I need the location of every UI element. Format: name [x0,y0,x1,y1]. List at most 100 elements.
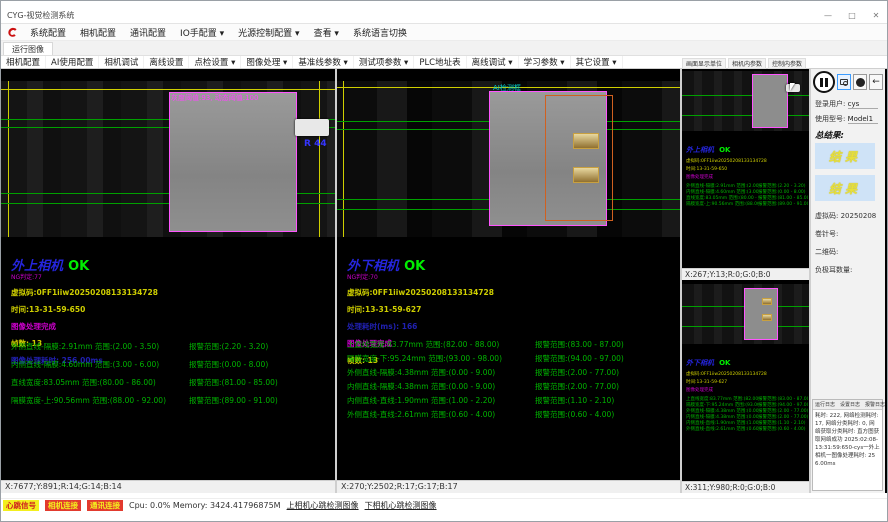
tab-count-label: 负极耳数量: [815,266,852,274]
guide-line-vertical [8,81,9,237]
upper-camera-heartbeat-link[interactable]: 上相机心跳检测图像 [287,500,359,511]
pixel-coordinate-bar: X:311;Y:980;R:0;G:0;B:0 [682,481,809,493]
electrode-tab [762,298,772,305]
guide-line-vertical [319,81,320,237]
tool-offline-debug[interactable]: 离线调试 ▾ [467,56,519,68]
alarm-range: 报警范围:(2.00 - 77.00) [535,367,619,378]
tab-camera-internal-params[interactable]: 相机内参数 [728,58,766,69]
virtual-code: 虚拟码:0FF1iiw20250208133134728 [686,371,808,377]
tool-camera-config[interactable]: 相机配置 [1,56,46,68]
alarm-range: 报警范围:(83.00 - 87.00) [535,339,624,350]
timestamp: 时间:13-31-59-650 [11,304,328,315]
tool-other-settings[interactable]: 其它设置 ▾ [571,56,623,68]
cpu-memory-status: Cpu: 0.0% Memory: 3424.41796875M [129,501,281,510]
process-done: 图像处理完成 [11,321,328,332]
lower-camera-heartbeat-link[interactable]: 下相机心跳检测图像 [365,500,437,511]
mini-camera-view-lower[interactable]: 外下相机 OK 虚拟码:0FF1iiw20250208133134728 时间:… [682,282,809,493]
menu-light-control-config[interactable]: 光源控制配置 ▾ [231,26,306,39]
measure-value: 内侧直线-隔膜:4.60mm 范围:(3.00 - 6.00) [11,359,159,370]
measure-value: 外侧直线-直线:2.61mm 范围:(0.60 - 4.00) [686,426,758,432]
electrode-tab [762,314,772,321]
ok-status: OK [719,146,730,154]
pixel-coordinate-bar: X:270;Y:2502;R:17;G:17;B:17 [337,480,680,493]
model-field: 使用型号: Model1 [815,114,878,124]
qr-code-label: 二维码: [815,248,838,256]
tool-offline-settings[interactable]: 离线设置 [144,56,189,68]
menu-view[interactable]: 查看 ▾ [307,26,346,39]
tool-image-processing[interactable]: 图像处理 ▾ [241,56,293,68]
back-button[interactable]: ← [869,74,883,90]
record-icon [856,78,865,87]
camera-view-lower[interactable]: AI检测框 外下相机 OK NG判定:70 虚拟码:0FF1iiw2025020… [337,69,682,493]
login-user-value[interactable]: cys [848,100,878,109]
log-tabs: 运行日志 设置日志 报警日志 [813,400,882,410]
battery-cell-region [169,92,297,232]
measure-line [682,115,809,116]
title-bar: CYG-视觉检测系统 — □ ✕ [1,1,887,24]
close-button[interactable]: ✕ [869,11,883,20]
measure-value: 隔膜宽度-上:90.56mm 范围:(88.00 - 92.00) [11,395,166,406]
mini-camera-view-upper[interactable]: 外上相机 OK 虚拟码:0FF1iiw20250208133134728 时间:… [682,69,809,280]
alarm-range: 报警范围:(0.60 - 4.00) [758,426,808,432]
result-box-lower: 结果 [815,175,875,201]
alarm-range: 报警范围:(2.20 - 3.20) [189,341,268,352]
tool-camera-debug[interactable]: 相机调试 [99,56,144,68]
record-button[interactable] [853,74,867,90]
ok-status: OK [68,259,89,274]
pixel-coordinate-bar: X:267;Y:13;R:0;G:0;B:0 [682,268,809,280]
pixel-coordinate-bar: X:7677;Y:891;R:14;G:14;B:14 [1,480,335,493]
maximize-button[interactable]: □ [845,11,859,20]
measure-line [682,95,809,96]
pin-number-label: 卷针号: [815,230,838,238]
model-value[interactable]: Model1 [848,115,878,124]
process-done: 图像处理完成 [686,387,808,393]
tab-display-unit[interactable]: 画面显示单位 [682,58,726,69]
menu-system-config[interactable]: 系统配置 [23,26,73,39]
electrode-tab [573,167,599,183]
measure-value: 内侧直线-隔膜:4.38mm 范围:(0.00 - 9.00) [347,381,495,392]
tool-baseline-params[interactable]: 基准线参数 ▾ [293,56,353,68]
tool-spotcheck-settings[interactable]: 点检设置 ▾ [189,56,241,68]
menu-camera-config[interactable]: 相机配置 [73,26,123,39]
timestamp: 时间:13-31-59-627 [686,379,808,385]
alarm-range: 报警范围:(0.60 - 4.00) [535,409,614,420]
control-sidebar: ← 登录用户: cys 使用型号: Model1 总结果: 结果 结果 虚拟码:… [811,69,885,493]
status-bar: 心跳信号 相机连接 通讯连接 Cpu: 0.0% Memory: 3424.41… [1,498,887,512]
log-tab-alarm[interactable]: 报警日志 [863,400,887,409]
measure-value: 直线宽度:83.05mm 范围:(80.00 - 86.00) [11,377,156,388]
tool-test-item-params[interactable]: 测试项参数 ▾ [354,56,414,68]
app-window: CYG-视觉检测系统 — □ ✕ 系统配置 相机配置 通讯配置 IO手配置 ▾ … [0,0,888,522]
log-panel[interactable]: 运行日志 设置日志 报警日志 耗时: 222, 网络检测耗时: 17, 网络分类… [812,399,883,491]
r-value-label: R 44 [304,139,327,149]
tab-run-image[interactable]: 运行图像 [3,42,53,55]
alarm-range: 报警范围:(94.00 - 97.00) [535,353,624,364]
tool-learn-params[interactable]: 学习参数 ▾ [519,56,571,68]
comm-connect-status-badge: 通讯连接 [87,500,123,511]
camera-capture-button[interactable] [837,74,851,90]
alarm-range: 报警范围:(89.00 - 91.00) [758,201,808,207]
tab-count-field: 负极耳数量: [815,265,852,275]
mini-result-info: 外下相机 OK 虚拟码:0FF1iiw20250208133134728 时间:… [686,350,808,432]
mini-result-info: 外上相机 OK 虚拟码:0FF1iiw20250208133134728 时间:… [686,137,808,207]
minimize-button[interactable]: — [821,11,835,20]
tab-control-internal-params[interactable]: 控制内参数 [768,58,806,69]
tool-ai-use-config[interactable]: AI使用配置 [46,56,99,68]
electrode-tab [573,133,599,149]
alarm-range: 报警范围:(1.10 - 2.10) [535,395,614,406]
log-tab-run[interactable]: 运行日志 [813,400,837,409]
menu-comm-config[interactable]: 通讯配置 [123,26,173,39]
alarm-range: 报警范围:(0.00 - 8.00) [189,359,268,370]
menu-io-config[interactable]: IO手配置 ▾ [173,26,231,39]
result-box-text: 结果 [829,148,861,165]
pause-button[interactable] [813,71,835,93]
measure-value: 上直线宽度:83.77mm 范围:(82.00 - 88.00) [347,339,499,350]
virtual-code-label: 虚拟码: [815,212,838,220]
tool-plc-address-table[interactable]: PLC地址表 [414,56,466,68]
ai-detect-box [545,95,613,221]
timestamp: 时间:13-31-59-627 [347,304,673,315]
login-user-label: 登录用户: [815,100,845,108]
heartbeat-status-badge: 心跳信号 [3,500,39,511]
menu-language-switch[interactable]: 系统语言切换 [346,26,414,39]
log-tab-settings[interactable]: 设置日志 [838,400,862,409]
camera-view-upper[interactable]: 灰度阈值:93, 动态阈值:100 R 44 外上相机 OK NG判定:77 虚… [1,69,337,493]
